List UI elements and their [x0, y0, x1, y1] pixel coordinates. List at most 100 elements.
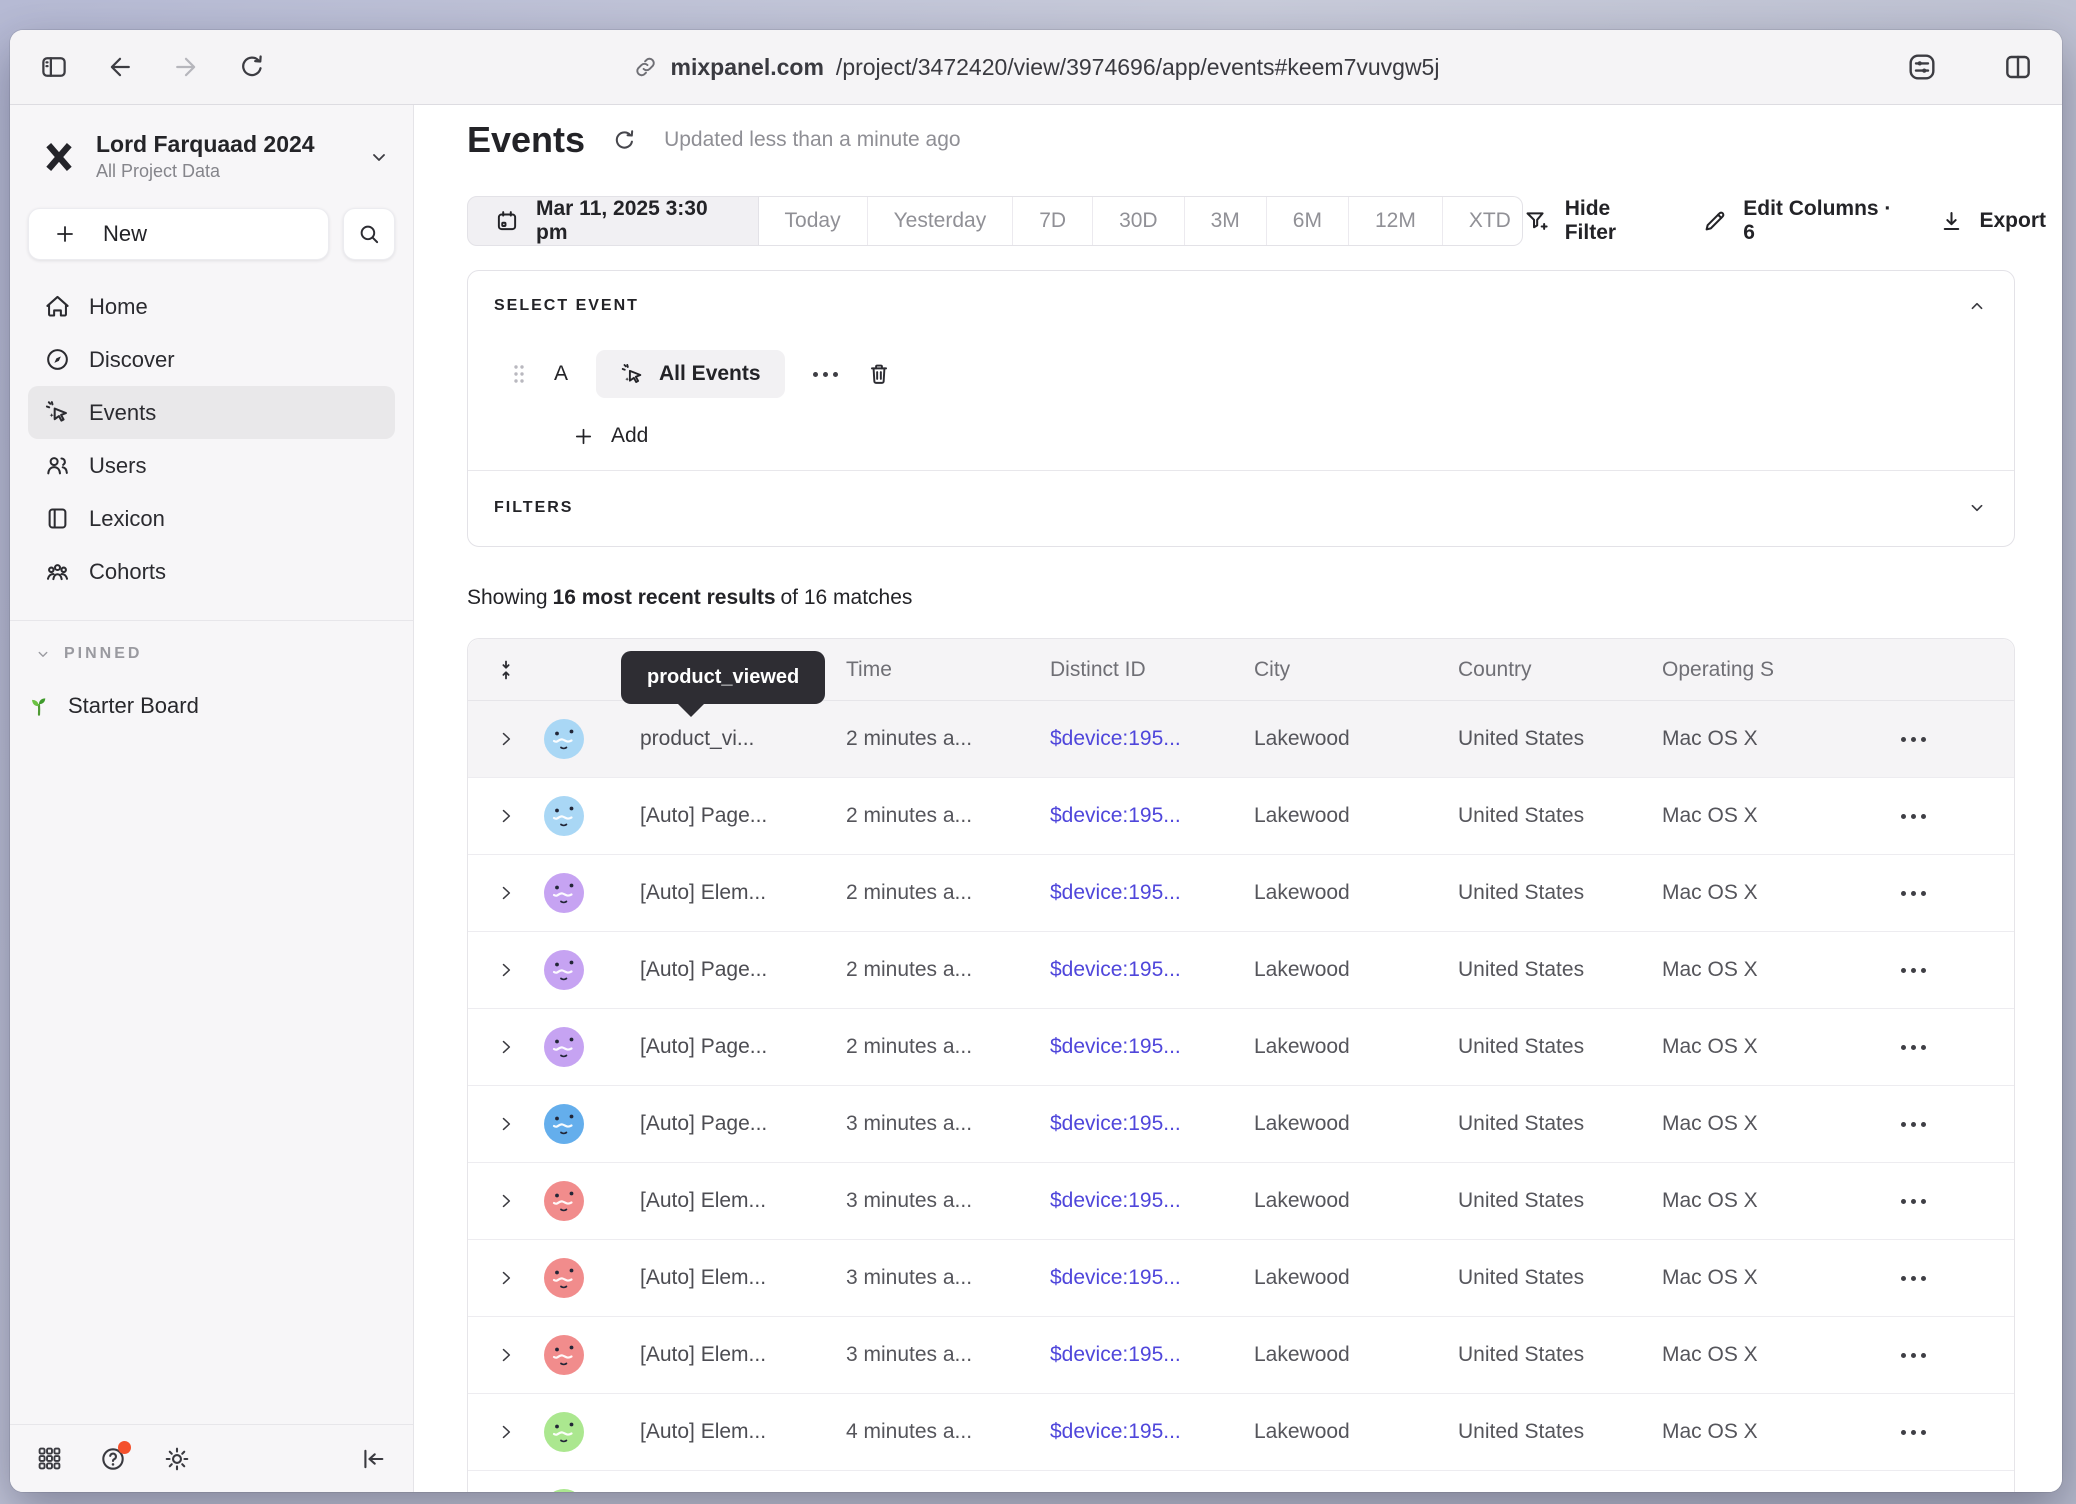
event-time: 4 minutes a... — [822, 1420, 1026, 1444]
all-events-chip[interactable]: All Events — [596, 350, 785, 398]
table-row[interactable]: [Auto] Elem... 2 minutes a... $device:19… — [468, 855, 2014, 932]
range-today[interactable]: Today — [759, 197, 867, 245]
expand-row-icon[interactable] — [468, 1345, 544, 1365]
distinct-id-link[interactable]: $device:195... — [1026, 1266, 1230, 1290]
distinct-id-link[interactable]: $device:195... — [1026, 1035, 1230, 1059]
row-more-button[interactable] — [1813, 968, 2014, 973]
row-more-button[interactable] — [1813, 1353, 2014, 1358]
pinned-section-header[interactable]: PINNED — [34, 645, 391, 663]
range-30d[interactable]: 30D — [1092, 197, 1184, 245]
apps-grid-icon[interactable] — [36, 1445, 63, 1472]
range-12m[interactable]: 12M — [1348, 197, 1442, 245]
row-more-button[interactable] — [1813, 891, 2014, 896]
range-3m[interactable]: 3M — [1184, 197, 1266, 245]
col-distinct-id[interactable]: Distinct ID — [1026, 658, 1230, 682]
table-row[interactable]: [Auto] Page... 2 minutes a... $device:19… — [468, 1009, 2014, 1086]
sidebar-item-discover[interactable]: Discover — [28, 333, 395, 386]
range-xtd[interactable]: XTD — [1442, 197, 1523, 245]
project-switcher[interactable]: Lord Farquaad 2024 All Project Data — [40, 131, 391, 182]
expand-row-icon[interactable] — [468, 729, 544, 749]
pencil-icon — [1701, 208, 1728, 235]
avatar — [544, 1489, 610, 1492]
sidebar-item-home[interactable]: Home — [28, 280, 395, 333]
range-7d[interactable]: 7D — [1012, 197, 1092, 245]
event-country: United States — [1434, 804, 1638, 828]
expand-row-icon[interactable] — [468, 806, 544, 826]
event-more-button[interactable] — [813, 372, 838, 377]
event-city: Lakewood — [1230, 804, 1434, 828]
date-range-picker[interactable]: Mar 11, 2025 3:30 pm — [467, 196, 759, 246]
row-more-button[interactable] — [1813, 1276, 2014, 1281]
address-bar[interactable]: mixpanel.com/project/3472420/view/397469… — [633, 30, 1440, 104]
event-country: United States — [1434, 881, 1638, 905]
event-os: Mac OS X — [1638, 1035, 1813, 1059]
row-more-button[interactable] — [1813, 1122, 2014, 1127]
refresh-icon[interactable] — [611, 127, 638, 154]
range-yesterday[interactable]: Yesterday — [867, 197, 1013, 245]
row-more-button[interactable] — [1813, 737, 2014, 742]
table-row[interactable] — [468, 1471, 2014, 1492]
sidebar-item-events[interactable]: Events — [28, 386, 395, 439]
sidebar-item-starter-board[interactable]: Starter Board — [26, 693, 395, 719]
distinct-id-link[interactable]: $device:195... — [1026, 958, 1230, 982]
distinct-id-link[interactable]: $device:195... — [1026, 1420, 1230, 1444]
table-row[interactable]: [Auto] Page... 2 minutes a... $device:19… — [468, 778, 2014, 855]
distinct-id-link[interactable]: $device:195... — [1026, 881, 1230, 905]
col-city[interactable]: City — [1230, 658, 1434, 682]
expand-row-icon[interactable] — [468, 1191, 544, 1211]
col-country[interactable]: Country — [1434, 658, 1638, 682]
add-event-button[interactable]: Add — [572, 424, 2014, 448]
help-button[interactable] — [99, 1445, 127, 1473]
sidebar-toggle-icon[interactable] — [36, 49, 72, 85]
back-button[interactable] — [102, 49, 138, 85]
hide-filter-button[interactable]: Hide Filter — [1523, 197, 1656, 245]
page-settings-icon[interactable] — [1904, 49, 1940, 85]
expand-row-icon[interactable] — [468, 1114, 544, 1134]
expand-row-icon[interactable] — [468, 1037, 544, 1057]
expand-row-icon[interactable] — [468, 960, 544, 980]
col-time[interactable]: Time — [822, 658, 1026, 682]
search-button[interactable] — [343, 208, 395, 260]
avatar — [544, 950, 610, 990]
row-more-button[interactable] — [1813, 1045, 2014, 1050]
range-6m[interactable]: 6M — [1266, 197, 1348, 245]
sidebar-item-lexicon[interactable]: Lexicon — [28, 492, 395, 545]
expand-row-icon[interactable] — [468, 1268, 544, 1288]
table-row[interactable]: [Auto] Elem... 3 minutes a... $device:19… — [468, 1317, 2014, 1394]
distinct-id-link[interactable]: $device:195... — [1026, 1189, 1230, 1213]
event-os: Mac OS X — [1638, 958, 1813, 982]
row-more-button[interactable] — [1813, 1199, 2014, 1204]
mixpanel-logo — [40, 138, 78, 176]
reload-button[interactable] — [234, 49, 270, 85]
forward-button[interactable] — [168, 49, 204, 85]
avatar — [544, 796, 610, 836]
table-row[interactable]: [Auto] Elem... 3 minutes a... $device:19… — [468, 1163, 2014, 1240]
expand-section-icon[interactable] — [1966, 497, 1988, 519]
row-more-button[interactable] — [1813, 1430, 2014, 1435]
collapse-sidebar-icon[interactable] — [359, 1445, 387, 1473]
distinct-id-link[interactable]: $device:195... — [1026, 804, 1230, 828]
sidebar-item-users[interactable]: Users — [28, 439, 395, 492]
event-time: 2 minutes a... — [822, 1035, 1026, 1059]
new-button[interactable]: New — [28, 208, 329, 260]
settings-gear-icon[interactable] — [163, 1445, 191, 1473]
sort-icon[interactable] — [468, 658, 544, 682]
distinct-id-link[interactable]: $device:195... — [1026, 1112, 1230, 1136]
table-row[interactable]: [Auto] Elem... 3 minutes a... $device:19… — [468, 1240, 2014, 1317]
sidebar-item-cohorts[interactable]: Cohorts — [28, 545, 395, 598]
drag-handle[interactable] — [512, 363, 526, 385]
split-view-icon[interactable] — [2000, 49, 2036, 85]
edit-columns-button[interactable]: Edit Columns · 6 — [1701, 197, 1891, 245]
expand-row-icon[interactable] — [468, 883, 544, 903]
row-more-button[interactable] — [1813, 814, 2014, 819]
table-row[interactable]: [Auto] Page... 2 minutes a... $device:19… — [468, 932, 2014, 1009]
col-os[interactable]: Operating S — [1638, 658, 1813, 682]
table-row[interactable]: [Auto] Elem... 4 minutes a... $device:19… — [468, 1394, 2014, 1471]
expand-row-icon[interactable] — [468, 1422, 544, 1442]
table-row[interactable]: [Auto] Page... 3 minutes a... $device:19… — [468, 1086, 2014, 1163]
distinct-id-link[interactable]: $device:195... — [1026, 727, 1230, 751]
collapse-section-icon[interactable] — [1966, 295, 1988, 317]
trash-icon[interactable] — [866, 361, 892, 387]
distinct-id-link[interactable]: $device:195... — [1026, 1343, 1230, 1367]
export-button[interactable]: Export — [1938, 208, 2047, 235]
